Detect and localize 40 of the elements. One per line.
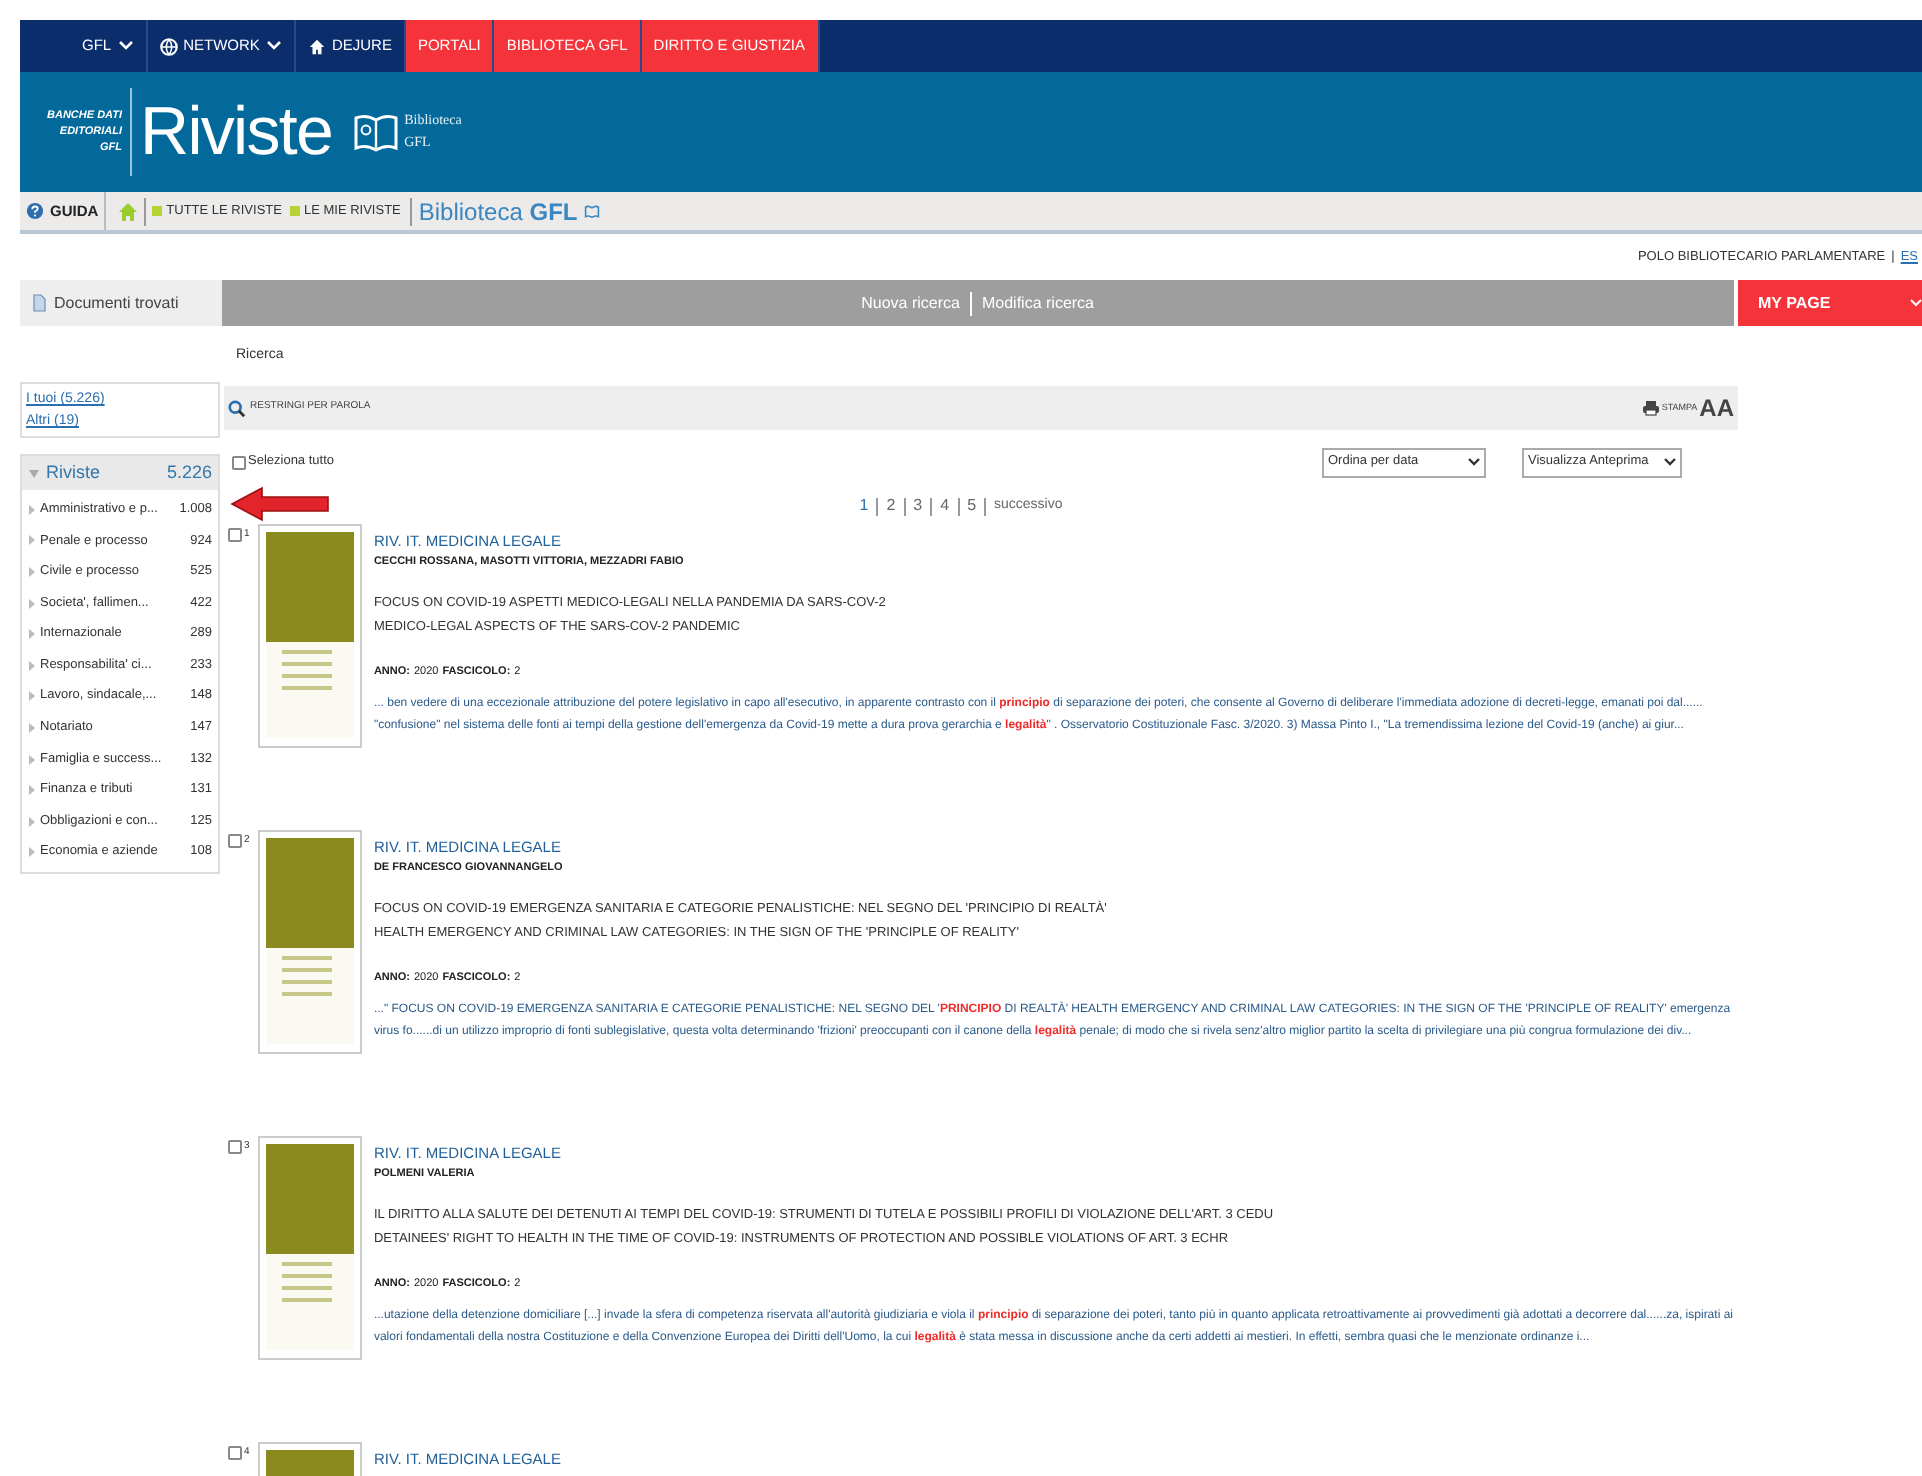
book-icon [583,204,600,218]
chevron-down-icon [1910,298,1922,308]
page-link[interactable]: 4 [940,494,950,518]
square-icon [289,206,300,216]
chevron-down-icon [1468,458,1480,466]
home-icon [307,37,326,55]
square-icon [152,206,163,216]
chevron-down-icon [117,40,134,52]
book-icon [352,110,401,154]
font-size-button[interactable]: AA [1699,396,1734,420]
library-label: Biblioteca GFL [418,195,578,229]
page-link[interactable]: 5 [967,494,977,518]
my-page-button[interactable]: MY PAGE [1738,280,1922,326]
page-link[interactable]: 2 [886,494,896,518]
triangle-icon [28,690,36,703]
triangle-icon [28,815,36,828]
triangle-icon [28,534,36,547]
page-title: Riviste [140,98,333,166]
globe-icon [159,37,178,55]
triangle-icon [28,659,36,672]
help-icon [26,202,44,220]
page-link[interactable]: 1 [859,494,869,518]
triangle-icon [28,597,36,610]
documents-tab[interactable]: Documenti trovati [20,280,222,326]
triangle-icon [28,467,40,479]
triangle-icon [28,721,36,734]
triangle-icon [28,503,36,516]
triangle-icon [28,846,36,859]
triangle-icon [28,565,36,578]
facet-header[interactable]: Riviste 5.226 [22,456,218,490]
triangle-icon [28,628,36,641]
triangle-icon [28,753,36,766]
page-link[interactable]: 3 [913,494,923,518]
triangle-icon [28,784,36,797]
search-icon [228,399,246,417]
chevron-down-icon [1664,458,1676,466]
printer-icon[interactable] [1641,400,1660,416]
arrow-annotation [230,486,330,522]
document-icon [32,294,46,312]
chevron-down-icon [265,40,282,52]
